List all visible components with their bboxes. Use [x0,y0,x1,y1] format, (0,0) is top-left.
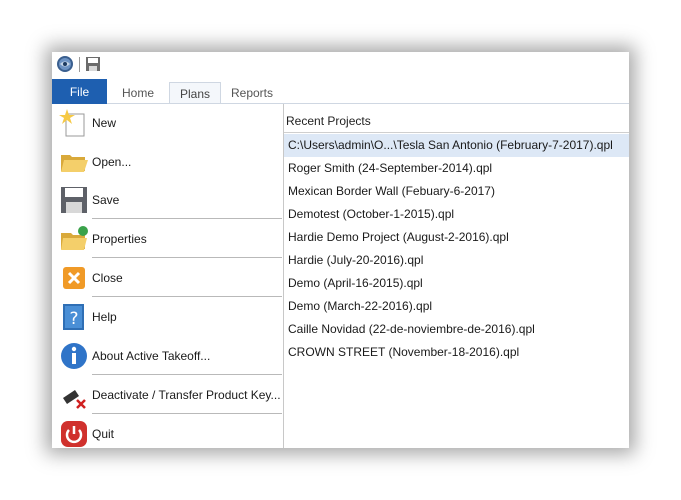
deactivate-key-icon [63,390,86,409]
menu-label-open: Open... [92,155,132,169]
info-icon [61,343,87,369]
menu-divider [92,413,282,414]
tab-home[interactable]: Home [112,82,164,104]
folder-open-icon [61,155,88,172]
menu-item-new[interactable]: New [52,105,283,143]
menu-label-save: Save [92,193,120,207]
menu-divider [92,296,282,297]
app-window: File Home Plans Reports New Open... Save… [52,52,629,448]
menu-label-close: Close [92,271,123,285]
ribbon-tabs: File Home Plans Reports [52,78,629,105]
recent-project-label: Mexican Border Wall (Febuary-6-2017) [288,184,495,198]
floppy-save-icon [61,187,87,213]
menu-label-help: Help [92,310,117,324]
recent-project-label: Demo (March-22-2016).qpl [288,299,433,313]
recent-projects-header: Recent Projects [284,110,629,133]
menu-label-deactivate: Deactivate / Transfer Product Key... [92,388,281,402]
tab-file[interactable]: File [52,79,107,104]
menu-item-deactivate[interactable]: Deactivate / Transfer Product Key... [52,377,283,415]
menu-label-quit: Quit [92,427,115,441]
file-menu: New Open... Save Properties Close ? Help… [52,104,284,448]
recent-project-label: C:\Users\admin\O...\Tesla San Antonio (F… [288,138,613,152]
svg-text:?: ? [69,309,78,329]
close-x-icon [63,267,85,289]
recent-project-label: Roger Smith (24-September-2014).qpl [288,161,493,175]
recent-project-label: Caille Novidad (22-de-noviembre-de-2016)… [288,322,535,336]
recent-project-item[interactable]: CROWN STREET (November-18-2016).qpl [284,341,629,364]
recent-projects-panel: Recent Projects C:\Users\admin\O...\Tesl… [284,104,629,448]
recent-project-label: Demo (April-16-2015).qpl [288,276,423,290]
menu-divider [92,218,282,219]
recent-project-item[interactable]: Hardie Demo Project (August-2-2016).qpl [284,226,629,249]
menu-item-save[interactable]: Save [52,182,283,220]
recent-project-item[interactable]: Hardie (July-20-2016).qpl [284,249,629,272]
power-quit-icon [61,421,87,447]
menu-label-about: About Active Takeoff... [92,349,211,363]
recent-project-item[interactable]: C:\Users\admin\O...\Tesla San Antonio (F… [284,134,629,157]
recent-project-label: Hardie (July-20-2016).qpl [288,253,424,267]
menu-item-close[interactable]: Close [52,260,283,298]
quick-access-toolbar [52,52,629,78]
menu-item-quit[interactable]: Quit [52,416,283,448]
recent-project-label: CROWN STREET (November-18-2016).qpl [288,345,520,359]
recent-project-item[interactable]: Mexican Border Wall (Febuary-6-2017) [284,180,629,203]
floppy-save-icon[interactable] [85,56,101,72]
recent-project-item[interactable]: Demotest (October-1-2015).qpl [284,203,629,226]
recent-projects-title: Recent Projects [286,114,371,128]
recent-project-label: Demotest (October-1-2015).qpl [288,207,455,221]
app-globe-icon[interactable] [56,55,74,73]
menu-item-open[interactable]: Open... [52,144,283,182]
menu-item-about[interactable]: About Active Takeoff... [52,338,283,376]
tab-reports[interactable]: Reports [224,82,280,104]
toolbar-separator [79,57,80,72]
help-book-icon: ? [63,304,84,330]
new-document-icon [59,109,85,137]
menu-divider [92,257,282,258]
menu-divider [92,374,282,375]
recent-project-item[interactable]: Demo (March-22-2016).qpl [284,295,629,318]
recent-project-label: Hardie Demo Project (August-2-2016).qpl [288,230,509,244]
menu-label-properties: Properties [92,232,147,246]
properties-folder-icon [61,226,88,250]
menu-item-help[interactable]: ? Help [52,299,283,337]
tab-plans[interactable]: Plans [169,82,221,105]
menu-item-properties[interactable]: Properties [52,221,283,259]
recent-project-item[interactable]: Demo (April-16-2015).qpl [284,272,629,295]
recent-project-item[interactable]: Caille Novidad (22-de-noviembre-de-2016)… [284,318,629,341]
recent-project-item[interactable]: Roger Smith (24-September-2014).qpl [284,157,629,180]
menu-label-new: New [92,116,117,130]
